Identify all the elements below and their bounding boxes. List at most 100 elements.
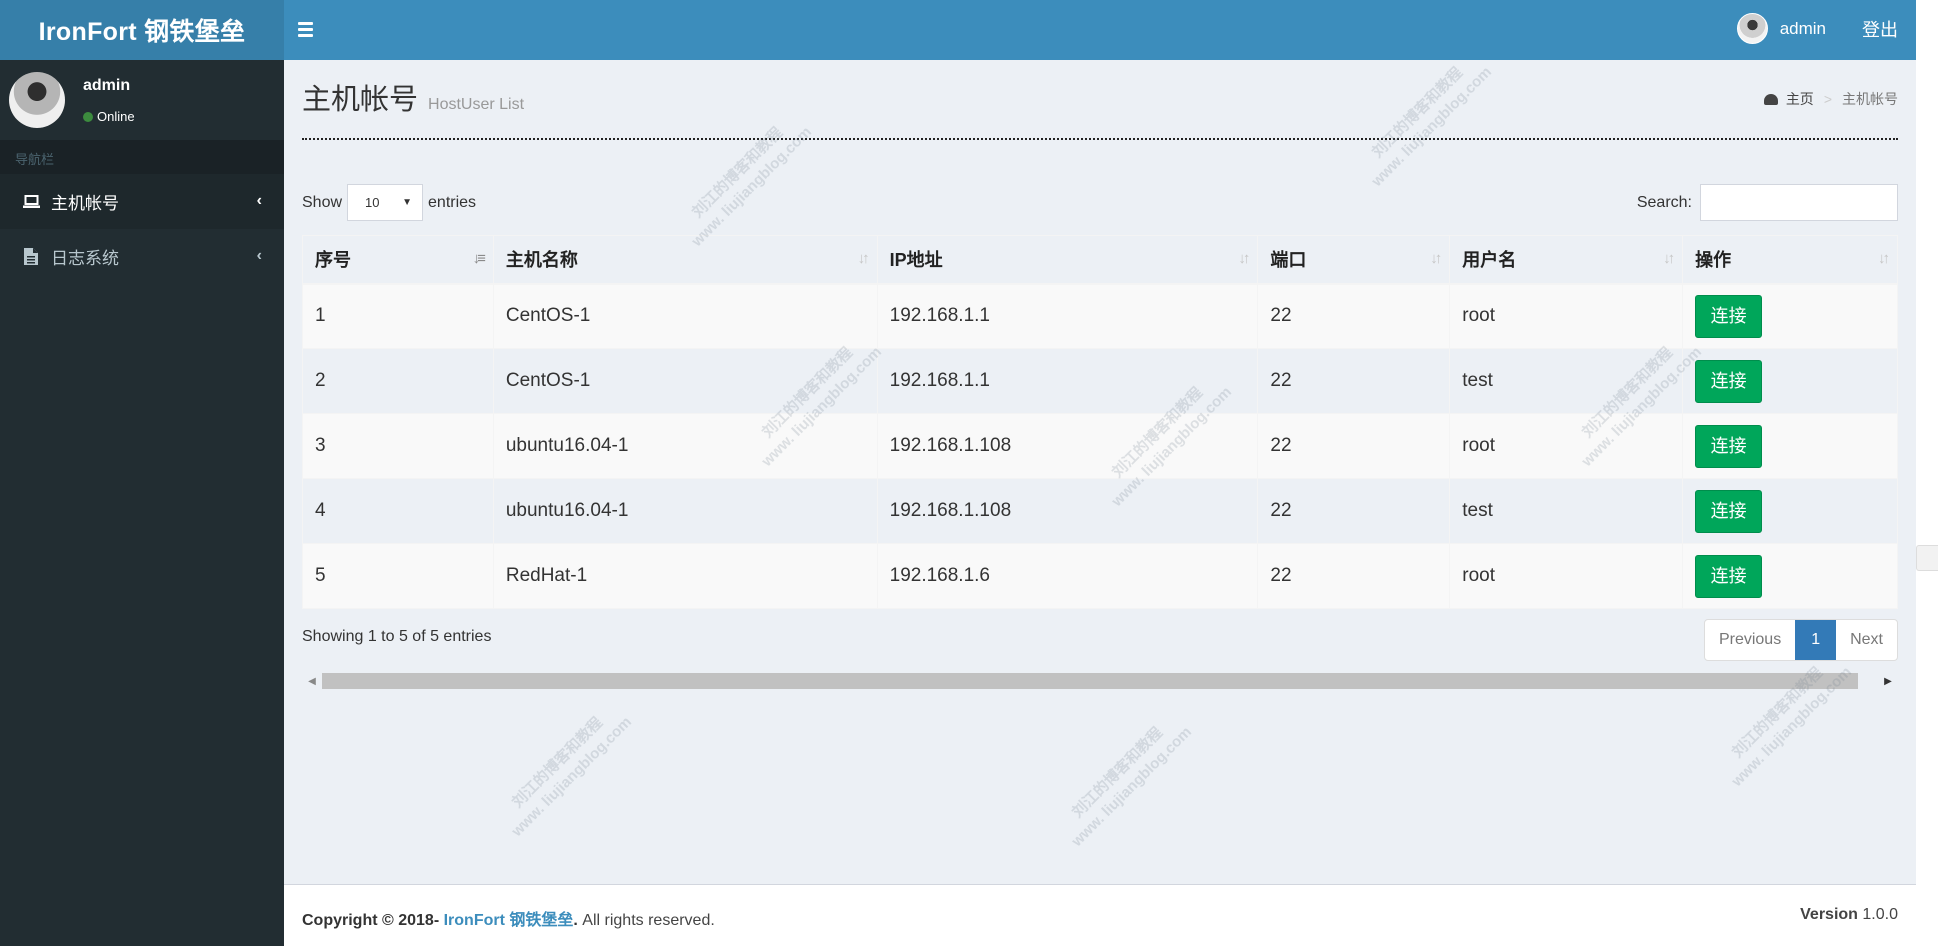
cell-hostname: CentOS-1	[492, 283, 878, 349]
watermark-line: 刘江的博客和教程	[689, 124, 786, 222]
watermark-line: 刘江的博客和教程	[1369, 64, 1466, 162]
version-label: Version	[1800, 906, 1858, 923]
avatar	[9, 72, 65, 128]
pagination-previous[interactable]: Previous	[1705, 620, 1795, 660]
user-panel-name: admin	[83, 77, 131, 94]
sidebar-item-host-accounts[interactable]: 主机帐号 ‹	[0, 174, 284, 229]
scroll-right-icon[interactable]: ▶	[1878, 672, 1898, 690]
online-status: Online	[83, 109, 135, 124]
user-menu[interactable]: admin	[1736, 13, 1826, 44]
table-header-row: 序号 ↓≡ 主机名称 ↓↑ IP地址 ↓↑ 端口 ↓↑ 用户名 ↓↑ 操作 ↓↑	[302, 235, 1898, 285]
content-area: 主机帐号 HostUser List 主页 > 主机帐号 Show 10 ▼ e…	[284, 60, 1916, 884]
file-text-icon	[22, 248, 40, 265]
cell-ip: 192.168.1.108	[876, 478, 1259, 544]
cell-user: test	[1449, 348, 1684, 414]
cell-action: 连接	[1682, 348, 1898, 414]
page-length-control: Show 10 ▼ entries	[302, 184, 476, 221]
column-header-port[interactable]: 端口 ↓↑	[1257, 235, 1451, 285]
pagination: Previous 1 Next	[1703, 619, 1898, 661]
column-label: 主机名称	[505, 250, 578, 271]
sort-icon: ↓↑	[1878, 250, 1890, 267]
column-label: 操作	[1695, 250, 1732, 271]
side-tab-handle[interactable]	[1916, 545, 1938, 571]
page-edge	[1916, 0, 1938, 946]
column-header-user[interactable]: 用户名 ↓↑	[1449, 235, 1684, 285]
version-value: 1.0.0	[1862, 906, 1898, 923]
column-header-ip[interactable]: IP地址 ↓↑	[876, 235, 1259, 285]
cell-ip: 192.168.1.1	[876, 283, 1259, 349]
cell-user: root	[1449, 413, 1684, 479]
cell-port: 22	[1257, 478, 1451, 544]
cell-action: 连接	[1682, 283, 1898, 349]
connect-button[interactable]: 连接	[1695, 359, 1763, 403]
column-header-hostname[interactable]: 主机名称 ↓↑	[492, 235, 878, 285]
column-label: 序号	[315, 250, 351, 271]
watermark: 刘江的博客和教程 www. liujiangblog.com	[1714, 649, 1857, 792]
sort-icon: ↓↑	[857, 250, 870, 267]
connect-button[interactable]: 连接	[1695, 294, 1763, 338]
table-row: 2 CentOS-1 192.168.1.1 22 test 连接	[302, 348, 1898, 414]
cell-user: test	[1449, 478, 1684, 544]
dashboard-icon	[1763, 93, 1778, 105]
connect-button[interactable]: 连接	[1695, 489, 1763, 533]
footer-brand-link[interactable]: IronFort 钢铁堡垒	[444, 912, 574, 929]
avatar	[1736, 13, 1768, 44]
breadcrumb-separator: >	[1823, 91, 1832, 107]
sort-icon: ↓↑	[1238, 250, 1250, 267]
cell-port: 22	[1257, 283, 1451, 349]
breadcrumb: 主页 > 主机帐号	[1763, 89, 1898, 109]
cell-id: 4	[302, 478, 494, 544]
cell-action: 连接	[1682, 413, 1898, 479]
scrollbar-thumb[interactable]	[322, 673, 1858, 689]
watermark: 刘江的博客和教程 www. liujiangblog.com	[674, 109, 817, 252]
page-length-select[interactable]: 10 ▼	[347, 184, 424, 221]
entries-label: entries	[428, 193, 477, 211]
footer: Copyright © 2018- IronFort 钢铁堡垒. All rig…	[284, 884, 1916, 946]
page-subtitle: HostUser List	[428, 96, 525, 113]
watermark-line: www. liujiangblog.com	[1368, 63, 1495, 190]
column-header-action[interactable]: 操作 ↓↑	[1682, 235, 1898, 285]
connect-button[interactable]: 连接	[1695, 554, 1763, 598]
watermark-line: 刘江的博客和教程	[1729, 664, 1826, 762]
cell-port: 22	[1257, 413, 1451, 479]
watermark: 刘江的博客和教程 www. liujiangblog.com	[494, 699, 637, 842]
copyright-suffix: All rights reserved.	[577, 912, 715, 929]
sort-icon: ↓↑	[1663, 250, 1675, 267]
scroll-left-icon[interactable]: ◀	[302, 672, 322, 690]
cell-port: 22	[1257, 543, 1451, 609]
horizontal-scrollbar[interactable]: ◀ ▶	[302, 672, 1898, 690]
status-text: Online	[97, 109, 135, 124]
cell-user: root	[1449, 543, 1684, 609]
cell-id: 2	[302, 348, 494, 414]
connect-button[interactable]: 连接	[1695, 424, 1763, 468]
cell-id: 3	[302, 413, 494, 479]
table-info: Showing 1 to 5 of 5 entries	[302, 628, 492, 645]
hamburger-icon[interactable]	[298, 16, 324, 42]
search-control: Search:	[1637, 184, 1898, 221]
cell-action: 连接	[1682, 478, 1898, 544]
column-header-id[interactable]: 序号 ↓≡	[302, 235, 494, 285]
table-row: 4 ubuntu16.04-1 192.168.1.108 22 test 连接	[302, 478, 1898, 544]
sidebar-item-log-system[interactable]: 日志系统 ‹	[0, 229, 284, 284]
pagination-page-1[interactable]: 1	[1795, 620, 1837, 660]
watermark-line: 刘江的博客和教程	[1069, 724, 1166, 822]
watermark-line: www. liujiangblog.com	[688, 123, 815, 250]
cell-action: 连接	[1682, 543, 1898, 609]
cell-id: 1	[302, 283, 494, 349]
column-label: 端口	[1270, 250, 1307, 271]
search-label: Search:	[1636, 193, 1692, 211]
app-logo[interactable]: IronFort 钢铁堡垒	[0, 0, 284, 60]
cell-hostname: RedHat-1	[492, 543, 878, 609]
caret-down-icon: ▼	[402, 197, 413, 208]
cell-hostname: ubuntu16.04-1	[492, 478, 878, 544]
breadcrumb-home[interactable]: 主页	[1786, 89, 1814, 109]
pagination-next[interactable]: Next	[1836, 620, 1897, 660]
logout-link[interactable]: 登出	[1862, 16, 1898, 42]
copyright: Copyright © 2018- IronFort 钢铁堡垒. All rig…	[302, 906, 715, 930]
watermark-line: www. liujiangblog.com	[508, 713, 635, 840]
cell-hostname: CentOS-1	[492, 348, 878, 414]
online-dot-icon	[83, 111, 93, 122]
table-row: 1 CentOS-1 192.168.1.1 22 root 连接	[302, 283, 1898, 349]
breadcrumb-current: 主机帐号	[1842, 91, 1898, 107]
search-input[interactable]	[1700, 184, 1898, 221]
